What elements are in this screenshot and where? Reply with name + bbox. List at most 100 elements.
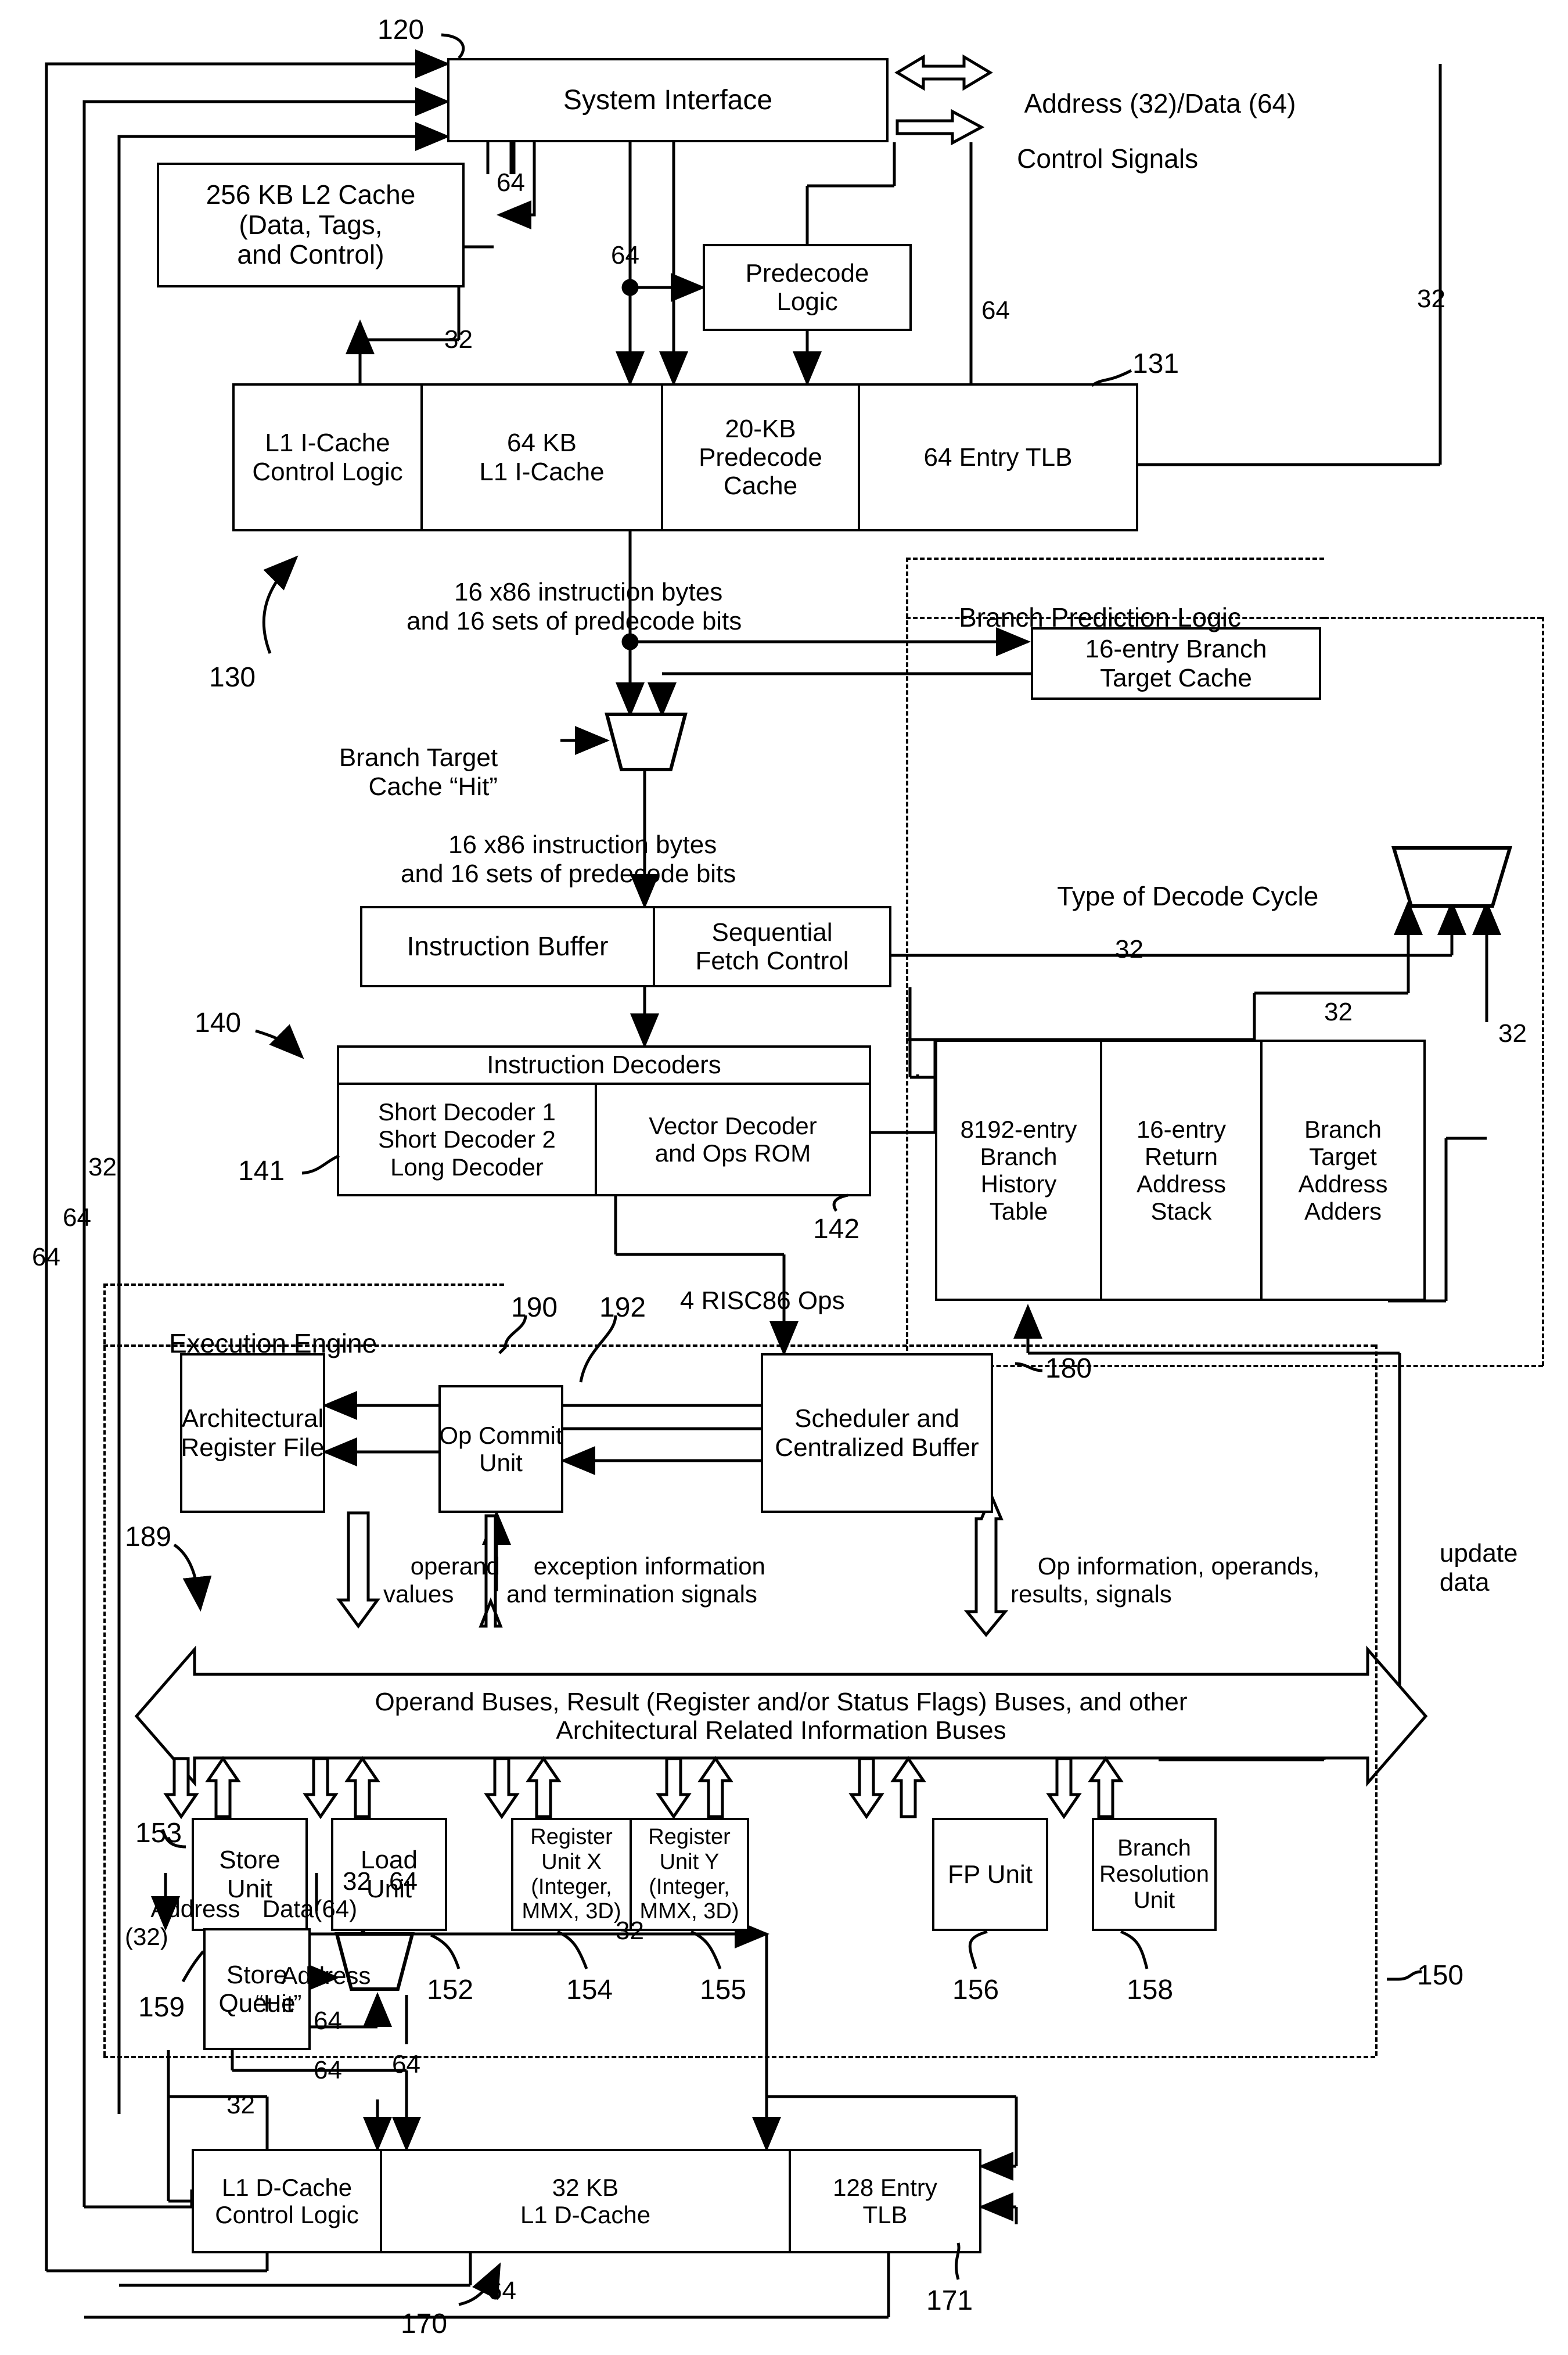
operand-values-label: operand values <box>383 1552 500 1608</box>
width-sq-64b: 64 <box>314 2056 342 2084</box>
instruction-decoders-label: Instruction Decoders <box>487 1051 721 1080</box>
branch-prediction-logic-label: Branch Prediction Logic <box>959 602 1241 633</box>
ref-155: 155 <box>700 1975 747 2005</box>
dtlb-label: 128 Entry TLB <box>833 2173 937 2228</box>
branch-target-adders-label: Branch Target Address Adders <box>1298 1115 1388 1225</box>
ref-131: 131 <box>1132 348 1179 379</box>
instruction-bytes-label-1: 16 x86 instruction bytes and 16 sets of … <box>407 578 742 636</box>
ref-190: 190 <box>511 1292 558 1323</box>
short-long-decoders-cell[interactable]: Short Decoder 1 Short Decoder 2 Long Dec… <box>339 1085 595 1194</box>
instruction-bytes-label-2: 16 x86 instruction bytes and 16 sets of … <box>401 830 736 889</box>
width-su-32: 32 <box>343 1867 371 1896</box>
ref-170: 170 <box>401 2309 448 2339</box>
branch-target-adders-cell[interactable]: Branch Target Address Adders <box>1263 1042 1423 1299</box>
ref-150: 150 <box>1417 1960 1464 1991</box>
l2-cache-block[interactable]: 256 KB L2 Cache (Data, Tags, and Control… <box>157 163 465 287</box>
register-unit-x-cell[interactable]: Register Unit X (Integer, MMX, 3D) <box>513 1820 630 1929</box>
system-interface-block[interactable]: System Interface <box>447 58 889 142</box>
patent-figure: System Interface 256 KB L2 Cache (Data, … <box>0 0 1568 2355</box>
width-sq-64a: 64 <box>314 2007 342 2035</box>
system-interface-label: System Interface <box>563 84 773 116</box>
width-32-bhtB: 32 <box>1498 1019 1527 1048</box>
l1-icache-label: 64 KB L1 I-Cache <box>479 429 605 486</box>
bpl-box-left <box>906 558 908 1365</box>
register-unit-y-label: Register Unit Y (Integer, MMX, 3D) <box>639 1825 739 1924</box>
op-commit-label: Op Commit Unit <box>439 1421 563 1476</box>
control-signals-label: Control Signals <box>1017 143 1199 174</box>
width-32-seq: 32 <box>1115 935 1143 963</box>
ref-171: 171 <box>926 2285 973 2316</box>
ee-box-left <box>103 1283 106 2056</box>
width-64-left-b: 64 <box>63 1203 91 1232</box>
register-unit-y-cell[interactable]: Register Unit Y (Integer, MMX, 3D) <box>632 1820 747 1929</box>
itlb-label: 64 Entry TLB <box>923 443 1073 472</box>
itlb-cell[interactable]: 64 Entry TLB <box>860 386 1136 529</box>
update-data-label: update data <box>1439 1539 1518 1597</box>
register-unit-x-label: Register Unit X (Integer, MMX, 3D) <box>522 1825 621 1924</box>
instruction-decoders-title: Instruction Decoders <box>339 1048 869 1083</box>
return-address-stack-label: 16-entry Return Address Stack <box>1136 1115 1227 1225</box>
op-commit-unit-block[interactable]: Op Commit Unit <box>438 1385 563 1513</box>
width-dc-32: 32 <box>226 2091 255 2119</box>
width-dc-64: 64 <box>488 2277 516 2305</box>
ref-156: 156 <box>952 1975 999 2005</box>
l1-dcache-control-cell[interactable]: L1 D-Cache Control Logic <box>194 2151 380 2251</box>
bpl-box-top-right <box>1324 617 1542 619</box>
exception-info-label: exception information and termination si… <box>506 1552 765 1608</box>
operand-buses-label-wrap: Operand Buses, Result (Register and/or S… <box>174 1681 1388 1751</box>
predecode-logic-label: Predecode Logic <box>745 258 869 316</box>
scheduler-block[interactable]: Scheduler and Centralized Buffer <box>761 1353 993 1513</box>
branch-resolution-unit-block[interactable]: Branch Resolution Unit <box>1092 1818 1217 1931</box>
instruction-buffer-label: Instruction Buffer <box>407 931 609 962</box>
operand-buses-label: Operand Buses, Result (Register and/or S… <box>375 1687 1188 1745</box>
l1-icache-control-cell[interactable]: L1 I-Cache Control Logic <box>235 386 420 529</box>
dtlb-cell[interactable]: 128 Entry TLB <box>791 2151 979 2251</box>
ref-153: 153 <box>135 1818 182 1849</box>
l1-dcache-cell[interactable]: 32 KB L1 D-Cache <box>382 2151 789 2251</box>
ref-141: 141 <box>238 1156 285 1187</box>
ref-140: 140 <box>195 1008 242 1038</box>
ref-142: 142 <box>813 1214 860 1245</box>
vector-decoder-label: Vector Decoder and Ops ROM <box>649 1112 817 1167</box>
instruction-buffer-cell[interactable]: Instruction Buffer <box>362 908 653 985</box>
ref-158: 158 <box>1127 1975 1174 2005</box>
l1-dcache-control-label: L1 D-Cache Control Logic <box>215 2173 359 2228</box>
op-information-label: Op information, operands, results, signa… <box>1010 1552 1320 1608</box>
fp-unit-block[interactable]: FP Unit <box>932 1818 1048 1931</box>
bpl-box-bottom <box>906 1365 1543 1367</box>
l1-icache-control-label: L1 I-Cache Control Logic <box>252 429 403 486</box>
predecode-cache-label: 20-KB Predecode Cache <box>699 414 822 501</box>
arf-label: Architectural Register File <box>181 1404 325 1462</box>
predecode-cache-cell[interactable]: 20-KB Predecode Cache <box>663 386 858 529</box>
branch-history-table-label: 8192-entry Branch History Table <box>960 1115 1077 1225</box>
execution-engine-label: Execution Engine <box>169 1328 377 1359</box>
fp-unit-label: FP Unit <box>948 1860 1033 1889</box>
store-address32-label: Address (32) <box>125 1894 240 1950</box>
ref-192: 192 <box>599 1292 646 1323</box>
sequential-fetch-cell[interactable]: Sequential Fetch Control <box>655 908 889 985</box>
return-address-stack-cell[interactable]: 16-entry Return Address Stack <box>1102 1042 1260 1299</box>
width-l2-64: 64 <box>497 168 525 197</box>
short-long-decoders-label: Short Decoder 1 Short Decoder 2 Long Dec… <box>378 1098 556 1181</box>
width-32-l1i: 32 <box>444 325 473 354</box>
type-of-decode-cycle-label: Type of Decode Cycle <box>1057 881 1319 912</box>
width-64-tlb-top: 64 <box>981 296 1010 325</box>
ee-box-top <box>103 1283 504 1286</box>
l2-cache-label: 256 KB L2 Cache (Data, Tags, and Control… <box>206 179 416 270</box>
vector-decoder-cell[interactable]: Vector Decoder and Ops ROM <box>597 1085 869 1194</box>
risc86-ops-label: 4 RISC86 Ops <box>679 1286 845 1315</box>
ee-box-bottom <box>103 2056 1375 2058</box>
width-64-left-c: 64 <box>32 1243 60 1271</box>
width-32-bhtA: 32 <box>1324 998 1353 1026</box>
sequential-fetch-label: Sequential Fetch Control <box>695 918 849 975</box>
ref-159: 159 <box>138 1992 185 2023</box>
ref-152: 152 <box>427 1975 474 2005</box>
branch-history-table-cell[interactable]: 8192-entry Branch History Table <box>937 1042 1100 1299</box>
predecode-logic-block[interactable]: Predecode Logic <box>703 244 912 331</box>
scheduler-label: Scheduler and Centralized Buffer <box>775 1404 979 1462</box>
bru-label: Branch Resolution Unit <box>1099 1835 1209 1913</box>
width-32-right-top: 32 <box>1417 285 1445 313</box>
ref-130: 130 <box>209 662 256 693</box>
bpl-box-right <box>1542 617 1544 1366</box>
l1-icache-cell[interactable]: 64 KB L1 I-Cache <box>423 386 661 529</box>
